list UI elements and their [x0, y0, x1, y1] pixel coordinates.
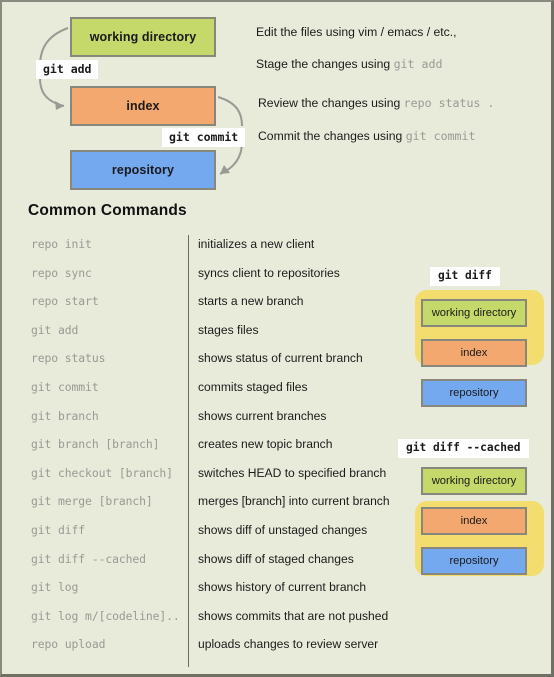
flow-box-working-directory: working directory	[70, 17, 216, 57]
command-name: git checkout [branch]	[31, 465, 173, 480]
command-name: repo init	[31, 237, 92, 251]
command-name: git branch [branch]	[31, 437, 160, 452]
explanation-review-code: repo status .	[403, 96, 495, 110]
git-flow-diagram: working directory index repository git a…	[2, 2, 551, 198]
git-diff-title: git diff	[430, 267, 500, 286]
command-name: repo sync	[31, 265, 92, 280]
flow-box-repository: repository	[70, 150, 216, 190]
command-name: git log	[31, 580, 79, 595]
arrow-label-git-add: git add	[36, 60, 99, 79]
command-row: repo upload uploads changes to review ser…	[2, 634, 551, 663]
explanation-commit: Commit the changes using git commit	[258, 128, 476, 144]
command-name: git commit	[31, 379, 99, 394]
explanation-stage: Stage the changes using git add	[256, 56, 442, 72]
common-commands-heading: Common Commands	[28, 202, 187, 219]
git-diff-cached-box-index: index	[421, 507, 527, 535]
command-description: merges [branch] into current branch	[198, 494, 390, 509]
command-description: shows commits that are not pushed	[198, 608, 389, 623]
git-diff-box-index: index	[421, 339, 527, 367]
explanation-stage-code: git add	[393, 57, 443, 71]
explanation-review: Review the changes using repo status .	[258, 95, 494, 111]
command-description: stages files	[198, 322, 259, 337]
command-row: git log shows history of current branch	[2, 577, 551, 606]
command-row: repo init initializes a new client	[2, 234, 551, 263]
git-diff-box-repository: repository	[421, 379, 527, 407]
command-description: syncs client to repositories	[198, 265, 340, 280]
flow-box-index: index	[70, 86, 216, 126]
command-name: git diff	[31, 522, 86, 537]
command-name: git add	[31, 322, 79, 337]
command-row: git log m/[codeline].. shows commits that…	[2, 606, 551, 635]
command-name: repo start	[31, 294, 99, 309]
command-description: starts a new branch	[198, 294, 304, 309]
command-description: commits staged files	[198, 379, 308, 394]
command-name: git log m/[codeline]..	[31, 608, 180, 623]
git-diff-box-working-directory: working directory	[421, 299, 527, 327]
git-diff-cached-box-working-directory: working directory	[421, 467, 527, 495]
git-diff-cached-box-repository: repository	[421, 547, 527, 575]
git-cheatsheet-page: working directory index repository git a…	[0, 0, 554, 677]
command-description: shows current branches	[198, 408, 327, 423]
git-diff-cached-title: git diff --cached	[398, 439, 529, 458]
explanation-commit-text: Commit the changes using	[258, 129, 406, 143]
explanation-commit-code: git commit	[405, 129, 476, 143]
explanation-stage-text: Stage the changes using	[256, 57, 394, 71]
command-name: git diff --cached	[31, 551, 146, 566]
command-description: shows diff of unstaged changes	[198, 522, 368, 537]
explanation-review-text: Review the changes using	[258, 96, 404, 110]
command-row: git branch shows current branches	[2, 406, 551, 435]
command-description: shows history of current branch	[198, 580, 367, 595]
command-name: repo upload	[31, 637, 106, 652]
command-description: initializes a new client	[198, 237, 315, 251]
explanation-edit-text: Edit the files using vim / emacs / etc.,	[256, 25, 457, 39]
command-description: uploads changes to review server	[198, 637, 379, 652]
command-name: git merge [branch]	[31, 494, 153, 509]
explanation-edit: Edit the files using vim / emacs / etc.,	[256, 24, 457, 40]
command-description: switches HEAD to specified branch	[198, 465, 387, 480]
command-name: git branch	[31, 408, 99, 423]
command-name: repo status	[31, 351, 106, 366]
command-description: shows diff of staged changes	[198, 551, 354, 566]
command-description: shows status of current branch	[198, 351, 363, 366]
command-description: creates new topic branch	[198, 437, 333, 452]
arrow-label-git-commit: git commit	[162, 128, 246, 147]
